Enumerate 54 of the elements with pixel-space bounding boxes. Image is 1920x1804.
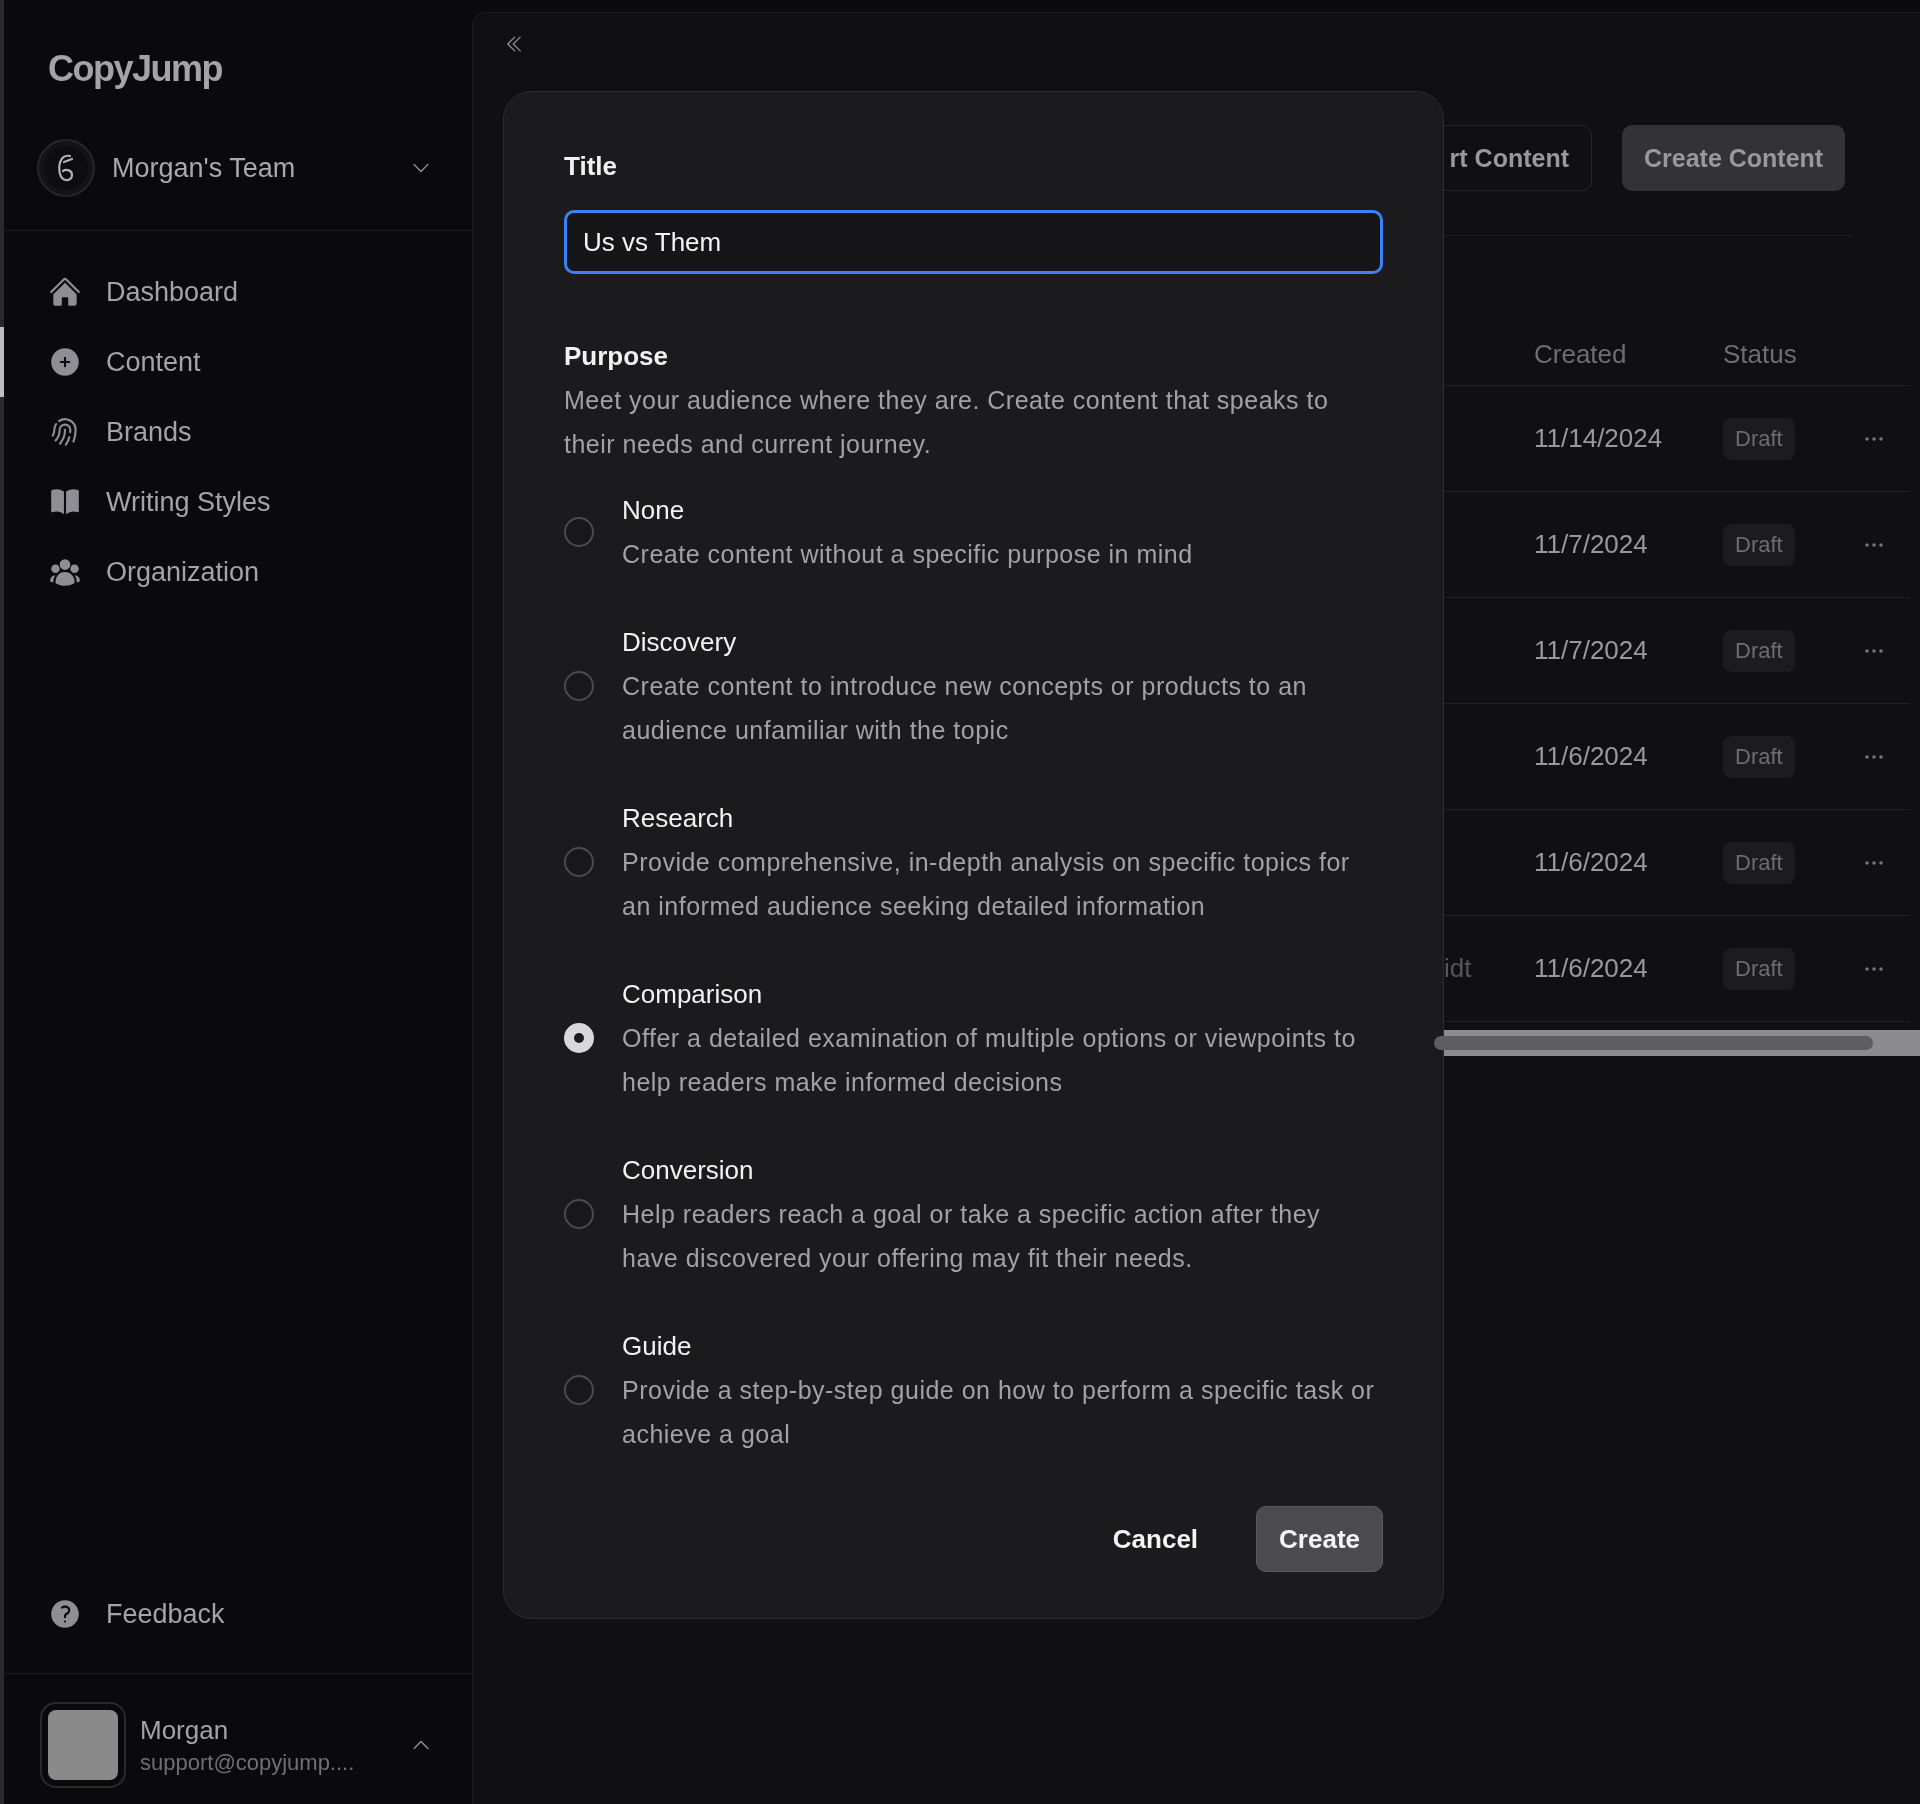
radio-button[interactable] (564, 1375, 594, 1405)
field-label: Title (564, 150, 618, 183)
app-logo: CopyJump (47, 47, 223, 91)
status-badge: Draft (1723, 523, 1795, 566)
team-switcher[interactable]: Morgan's Team (4, 124, 472, 231)
sidebar-item[interactable]: Organization (0, 537, 472, 607)
status-badge: Draft (1723, 735, 1795, 778)
title-input[interactable]: Us vs Them (564, 210, 1383, 274)
status-badge: Draft (1723, 629, 1795, 672)
option-title: Comparison (622, 978, 764, 1011)
radio-button[interactable] (564, 847, 594, 877)
option-description: Create content to introduce new concepts or products to an audience unfamiliar with the topic (622, 671, 1308, 746)
table-cell-text: 11/7/2024 (1534, 529, 1649, 560)
status-badge: Draft (1723, 947, 1795, 990)
sidebar-item[interactable]: Dashboard (0, 257, 472, 327)
team-logo-icon (36, 138, 96, 198)
option-title: None (622, 494, 686, 527)
table-cell-text: 11/6/2024 (1534, 847, 1649, 878)
option-description: Help readers reach a goal or take a specific action after they have discovered your offering may fit their needs. (622, 1199, 1322, 1274)
radio-button[interactable] (564, 671, 594, 701)
status-badge: Draft (1723, 417, 1795, 460)
option-title: Discovery (622, 626, 738, 659)
option-title: Guide (622, 1330, 693, 1363)
column-header: Created (1534, 339, 1628, 370)
table-cell-text: idt (1444, 953, 1473, 984)
option-description: Provide a step-by-step guide on how to perform a specific task or achieve a goal (622, 1375, 1376, 1450)
help-icon (48, 1597, 82, 1631)
create-button[interactable]: Create (1256, 1506, 1383, 1572)
table-cell-text: 11/6/2024 (1534, 741, 1649, 772)
purpose-description: Meet your audience where they are. Create content that speaks to their needs and current journey. (564, 385, 1330, 460)
field-label: Purpose (564, 340, 670, 373)
option-title: Conversion (622, 1154, 755, 1187)
create-content-button[interactable]: Create Content (1622, 125, 1846, 191)
scrollbar-thumb[interactable] (1434, 1036, 1873, 1050)
user-name: Morgan (140, 1714, 230, 1746)
option-description: Create content without a specific purpose in mind (622, 539, 1194, 570)
sidebar-item[interactable]: Brands (0, 397, 472, 467)
table-cell-text: 11/7/2024 (1534, 635, 1649, 666)
column-header: Status (1723, 339, 1798, 370)
option-description: Offer a detailed examination of multiple options or viewpoints to help readers make informed decisions (622, 1023, 1357, 1098)
radio-button[interactable] (564, 1199, 594, 1229)
user-email: support@copyjump.... (140, 1749, 356, 1776)
option-title: Research (622, 802, 735, 835)
feedback-link[interactable]: Feedback (0, 1579, 472, 1649)
table-cell-text: 11/14/2024 (1534, 423, 1664, 454)
table-cell-text: 11/6/2024 (1534, 953, 1649, 984)
status-badge: Draft (1723, 841, 1795, 884)
radio-button[interactable] (564, 517, 594, 547)
sidebar-item[interactable]: Writing Styles (0, 467, 472, 537)
content-button[interactable]: rt Content (1444, 125, 1592, 191)
team-name: Morgan's Team (112, 152, 297, 184)
cancel-button[interactable]: Cancel (1090, 1506, 1221, 1572)
home-icon (48, 275, 82, 309)
option-description: Provide comprehensive, in-depth analysis on specific topics for an informed audience seeking detailed information (622, 847, 1351, 922)
